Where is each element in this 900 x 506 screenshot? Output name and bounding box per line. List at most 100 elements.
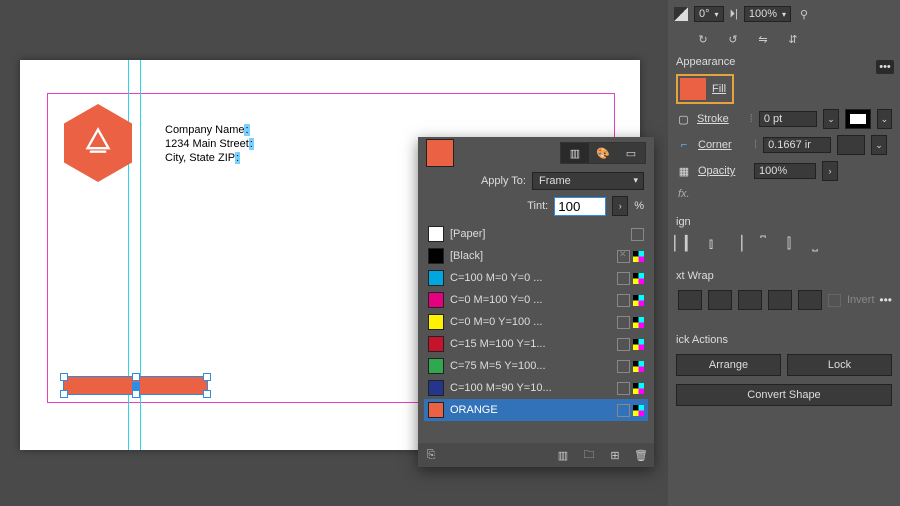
swatch-meta [617, 294, 644, 307]
gradient-icon: ▭ [626, 147, 636, 160]
resize-handle[interactable] [132, 390, 140, 398]
stroke-icon: ▢ [676, 113, 691, 126]
opacity-label[interactable]: Opacity [698, 165, 748, 177]
swatch-chip [428, 248, 444, 264]
lock-button[interactable]: Lock [787, 354, 892, 376]
wrap-jump-next-button[interactable] [798, 290, 822, 310]
fx-label[interactable]: fx. [678, 188, 690, 200]
stroke-style-swatch[interactable] [845, 109, 871, 129]
new-group-icon[interactable]: 🗀 [582, 448, 596, 462]
apply-to-select[interactable]: Frame [532, 172, 644, 190]
resize-handle[interactable] [60, 390, 68, 398]
corner-shape-swatch[interactable] [837, 135, 865, 155]
swatch-item[interactable]: [Black] [424, 245, 648, 267]
cmyk-icon [633, 383, 644, 394]
swatch-name: C=100 M=0 Y=0 ... [450, 272, 611, 284]
swatch-item[interactable]: C=100 M=90 Y=10... [424, 377, 648, 399]
stroke-style-chevron[interactable]: ⌄ [877, 109, 892, 129]
opacity-field[interactable]: 100% [754, 163, 816, 179]
swatch-lock-icon [617, 360, 630, 373]
wrap-jump-button[interactable] [768, 290, 792, 310]
swatch-item[interactable]: C=0 M=0 Y=100 ... [424, 311, 648, 333]
palette-icon: 🎨 [596, 147, 610, 160]
swatch-lock-icon [617, 382, 630, 395]
swatch-list[interactable]: [Paper] [Black] C=100 M=0 Y=0 ... C=0 M=100… [424, 223, 648, 423]
scale-field[interactable]: 100% [744, 6, 791, 22]
panel-menu-icon[interactable]: ••• [876, 60, 894, 74]
tint-label: Tint: [527, 200, 548, 212]
swatch-item[interactable]: C=0 M=100 Y=0 ... [424, 289, 648, 311]
swatch-name: [Black] [450, 250, 611, 262]
grid-icon: ▥ [570, 147, 580, 160]
wrap-shape-button[interactable] [738, 290, 762, 310]
resize-handle[interactable] [132, 373, 140, 381]
wrap-bounding-button[interactable] [708, 290, 732, 310]
swatch-item[interactable]: C=15 M=100 Y=1... [424, 333, 648, 355]
swatch-lock-icon [617, 338, 630, 351]
color-picker-tab[interactable]: 🎨 [589, 143, 617, 163]
address-line1: 1234 Main Street [165, 138, 249, 150]
resize-handle[interactable] [203, 390, 211, 398]
resize-handle[interactable] [203, 373, 211, 381]
stroke-weight-field[interactable]: 0 pt [759, 111, 818, 127]
rotate-ccw-icon[interactable]: ↺ [726, 32, 740, 46]
properties-panel: 0° ⏵| 100% ⚲ ↻ ↺ ⇋ ⇵ ••• Appearance Fill… [668, 0, 900, 506]
stroke-label[interactable]: Stroke [697, 113, 744, 125]
swatch-lock-icon [617, 272, 630, 285]
textwrap-menu-icon[interactable]: ••• [879, 293, 892, 307]
stroke-weight-chevron[interactable]: ⌄ [823, 109, 838, 129]
invert-checkbox[interactable] [828, 294, 841, 307]
corner-label[interactable]: Corner [698, 139, 748, 151]
swatches-panel[interactable]: ▥ 🎨 ▭ Apply To: Frame Tint: › % [Paper][… [418, 137, 654, 467]
flip-horizontal-icon[interactable]: ⇋ [756, 32, 770, 46]
fill-swatch[interactable] [680, 78, 706, 100]
fill-label: Fill [712, 83, 726, 95]
align-center-h-icon[interactable]: ⫾ [704, 236, 718, 250]
swatch-item[interactable]: ORANGE [424, 399, 648, 421]
arrange-button[interactable]: Arrange [676, 354, 781, 376]
swatch-panel-footer: ⎘ ▥ 🗀 ⊞ 🗑 [418, 443, 654, 467]
align-center-v-icon[interactable]: ⫿ [782, 236, 796, 250]
company-name-text: Company Name [165, 124, 244, 136]
align-right-icon[interactable]: ▕ [730, 236, 744, 250]
align-left-icon[interactable]: ▏▎ [678, 236, 692, 250]
gradient-tab[interactable]: ▭ [617, 143, 645, 163]
swatch-meta [617, 316, 644, 329]
swatch-lock-icon [617, 316, 630, 329]
align-top-icon[interactable]: ⎴ [756, 236, 770, 250]
swatch-name: [Paper] [450, 228, 625, 240]
convert-shape-button[interactable]: Convert Shape [676, 384, 892, 406]
invert-label: Invert [847, 294, 875, 306]
stepper-icon[interactable]: ⁞ [750, 113, 753, 125]
swatch-chip [428, 336, 444, 352]
tint-input[interactable] [554, 197, 606, 216]
opacity-chevron[interactable]: › [822, 161, 838, 181]
delete-swatch-icon[interactable]: 🗑 [634, 448, 648, 462]
company-text-frame[interactable]: Company Name: 1234 Main Street: City, St… [165, 123, 254, 165]
corner-shape-chevron[interactable]: ⌄ [871, 135, 887, 155]
resize-handle[interactable] [60, 373, 68, 381]
swatch-name: ORANGE [450, 404, 611, 416]
swatches-view-tab[interactable]: ▥ [561, 143, 589, 163]
swatch-item[interactable]: [Paper] [424, 223, 648, 245]
tint-stepper[interactable]: › [612, 196, 628, 216]
selected-rectangle[interactable] [64, 377, 207, 394]
swatch-options-icon[interactable]: ▥ [556, 448, 570, 462]
swatch-meta [617, 360, 644, 373]
swatch-item[interactable]: C=75 M=5 Y=100... [424, 355, 648, 377]
fill-property-highlighted[interactable]: Fill [676, 74, 734, 104]
align-bottom-icon[interactable]: ⎵ [808, 236, 822, 250]
wrap-none-button[interactable] [678, 290, 702, 310]
corner-radius-field[interactable]: 0.1667 ir [763, 137, 831, 153]
link-icon[interactable]: ⚲ [797, 7, 811, 21]
swatch-meta [617, 338, 644, 351]
current-fill-swatch[interactable] [426, 139, 454, 167]
swatch-item[interactable]: C=100 M=0 Y=0 ... [424, 267, 648, 289]
new-swatch-icon[interactable]: ⊞ [608, 448, 622, 462]
shear-angle-field[interactable]: 0° [694, 6, 724, 22]
add-to-library-icon[interactable]: ⎘ [424, 448, 438, 462]
center-handle[interactable] [132, 382, 140, 390]
stepper-icon[interactable]: ⁞ [754, 139, 757, 151]
rotate-cw-icon[interactable]: ↻ [696, 32, 710, 46]
flip-vertical-icon[interactable]: ⇵ [786, 32, 800, 46]
